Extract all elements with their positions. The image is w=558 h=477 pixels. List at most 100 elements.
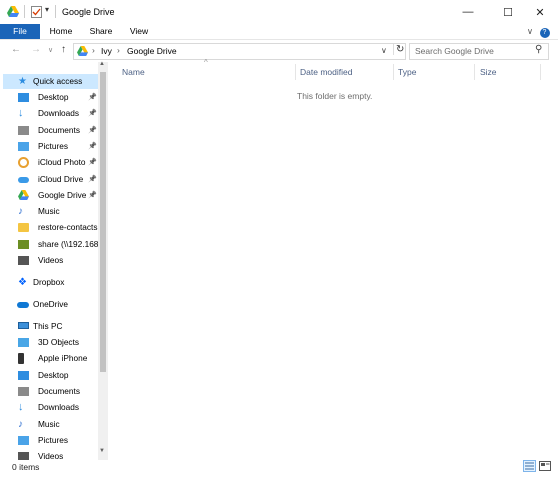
close-icon: ✕	[535, 6, 545, 19]
large-icons-view-icon[interactable]	[539, 461, 551, 471]
sidebar-item-documents[interactable]: Documents 📌	[8, 123, 98, 138]
column-divider[interactable]	[474, 64, 475, 80]
status-bar: 0 items	[0, 459, 558, 477]
navigation-pane: ★ Quick access Desktop 📌 ↓ Downloads 📌 Docume…	[0, 62, 108, 460]
close-button[interactable]: ✕	[522, 0, 558, 24]
column-header-type[interactable]: Type	[398, 64, 416, 80]
sidebar-item-music[interactable]: ♪ Music	[8, 204, 98, 219]
sidebar-item-label: Desktop	[38, 369, 69, 380]
back-arrow-icon[interactable]: ←	[11, 44, 21, 55]
sidebar-item-this-pc[interactable]: This PC	[3, 319, 98, 334]
address-bar[interactable]: › Ivy › Google Drive ∨ ↻	[73, 43, 406, 60]
sidebar-item-onedrive[interactable]: OneDrive	[3, 297, 98, 312]
customize-toolbar-icon[interactable]: ▾	[45, 5, 49, 14]
sidebar-item-quick-access[interactable]: ★ Quick access	[3, 74, 98, 89]
search-box[interactable]: Search Google Drive ⚲	[409, 43, 549, 60]
sidebar-item-google-drive[interactable]: Google Drive 📌	[8, 188, 98, 203]
forward-arrow-icon[interactable]: →	[31, 44, 41, 55]
google-drive-app-icon	[7, 6, 19, 19]
sidebar-item-pc-music[interactable]: ♪ Music	[8, 417, 98, 432]
sidebar-item-icloud-drive[interactable]: iCloud Drive 📌	[8, 172, 98, 187]
sidebar-item-pc-downloads[interactable]: ↓ Downloads	[8, 400, 98, 415]
sidebar-item-downloads[interactable]: ↓ Downloads 📌	[8, 106, 98, 121]
sidebar-item-label: Desktop	[38, 92, 69, 102]
ribbon-collapse-icon[interactable]: ∨	[524, 24, 536, 39]
desktop-icon	[18, 93, 29, 102]
sidebar-item-pc-apple-iphone[interactable]: Apple iPhone	[8, 351, 98, 366]
up-arrow-icon[interactable]: ↑	[61, 44, 66, 55]
scrollbar-thumb[interactable]	[100, 72, 106, 372]
column-divider[interactable]	[393, 64, 394, 80]
sidebar-item-label: restore-contacts	[38, 222, 98, 233]
pictures-icon	[18, 435, 29, 445]
sidebar-item-pc-3d-objects[interactable]: 3D Objects	[8, 335, 98, 350]
tab-share[interactable]: Share	[84, 24, 118, 39]
help-icon[interactable]: ?	[539, 24, 550, 39]
pin-icon[interactable]: 📌	[88, 155, 97, 170]
minimize-button[interactable]: —	[450, 0, 486, 24]
documents-icon	[18, 125, 29, 135]
network-drive-icon	[18, 239, 29, 249]
iphone-icon	[18, 353, 24, 365]
sidebar-item-label: Apple iPhone	[38, 353, 88, 364]
navigation-scrollbar[interactable]: ▲ ▼	[98, 61, 108, 460]
column-divider[interactable]	[295, 64, 296, 80]
pin-icon[interactable]: 📌	[88, 123, 97, 138]
breadcrumb-google-drive[interactable]: Google Drive	[127, 46, 177, 56]
maximize-button[interactable]: ☐	[490, 0, 526, 24]
pin-icon[interactable]: 📌	[88, 106, 97, 121]
tab-view[interactable]: View	[124, 24, 154, 39]
sidebar-item-videos[interactable]: Videos	[8, 253, 98, 268]
sidebar-item-label: Downloads	[38, 108, 80, 119]
sidebar-item-label: OneDrive	[33, 299, 69, 309]
scroll-down-icon[interactable]: ▼	[99, 448, 105, 454]
refresh-icon[interactable]: ↻	[393, 44, 404, 55]
sidebar-item-dropbox[interactable]: ❖ Dropbox	[3, 275, 98, 290]
file-list-area[interactable]	[108, 62, 558, 459]
details-view-icon[interactable]	[523, 460, 536, 472]
navigation-bar: ← → ∨ ↑ › Ivy › Google Drive ∨ ↻ Search …	[0, 40, 558, 61]
computer-icon	[18, 322, 29, 329]
column-header-date-modified[interactable]: Date modified	[300, 64, 352, 80]
sidebar-item-label: iCloud Drive	[38, 173, 84, 184]
sidebar-item-label: Music	[38, 418, 60, 429]
dropbox-icon: ❖	[18, 277, 27, 288]
sidebar-item-label: 3D Objects	[38, 337, 80, 347]
breadcrumb-separator-2[interactable]: ›	[117, 45, 120, 55]
pin-icon[interactable]: 📌	[88, 139, 97, 154]
onedrive-icon	[17, 302, 29, 308]
scroll-up-icon[interactable]: ▲	[99, 61, 105, 67]
sidebar-item-icloud-photo[interactable]: iCloud Photo 📌	[8, 155, 98, 170]
sidebar-item-pc-pictures[interactable]: Pictures	[8, 433, 98, 448]
breadcrumb-ivy[interactable]: Ivy	[101, 46, 112, 56]
sidebar-item-desktop[interactable]: Desktop 📌	[8, 90, 98, 105]
search-input[interactable]: Search Google Drive	[415, 46, 494, 56]
breadcrumb-separator[interactable]: ›	[92, 45, 95, 55]
sidebar-item-pictures[interactable]: Pictures 📌	[8, 139, 98, 154]
column-header-name[interactable]: Name	[122, 64, 145, 80]
sidebar-item-share-192-168[interactable]: share (\\192.168.	[8, 237, 101, 252]
sidebar-item-label: Documents	[38, 124, 80, 135]
sidebar-item-pc-desktop[interactable]: Desktop	[8, 368, 98, 383]
search-icon[interactable]: ⚲	[535, 44, 542, 55]
maximize-icon: ☐	[503, 6, 513, 19]
tab-home[interactable]: Home	[44, 24, 78, 39]
tab-file[interactable]: File	[0, 24, 40, 39]
icloud-drive-icon	[18, 176, 29, 183]
pin-icon[interactable]: 📌	[88, 90, 97, 105]
sidebar-item-restore-contacts[interactable]: restore-contacts	[8, 220, 98, 235]
documents-icon	[18, 386, 29, 396]
sidebar-item-label: This PC	[33, 321, 63, 331]
column-divider[interactable]	[540, 64, 541, 80]
address-dropdown-icon[interactable]: ∨	[381, 46, 387, 55]
pin-icon[interactable]: 📌	[88, 188, 97, 203]
folder-icon	[18, 223, 29, 233]
properties-quick-icon[interactable]	[31, 6, 42, 20]
ribbon-tabs: File Home Share View ∨ ?	[0, 24, 558, 40]
sidebar-item-pc-documents[interactable]: Documents	[8, 384, 98, 399]
title-divider-2	[55, 5, 56, 18]
recent-locations-icon[interactable]: ∨	[48, 46, 53, 54]
column-header-size[interactable]: Size	[480, 64, 497, 80]
title-divider	[24, 5, 25, 18]
pin-icon[interactable]: 📌	[88, 172, 97, 187]
